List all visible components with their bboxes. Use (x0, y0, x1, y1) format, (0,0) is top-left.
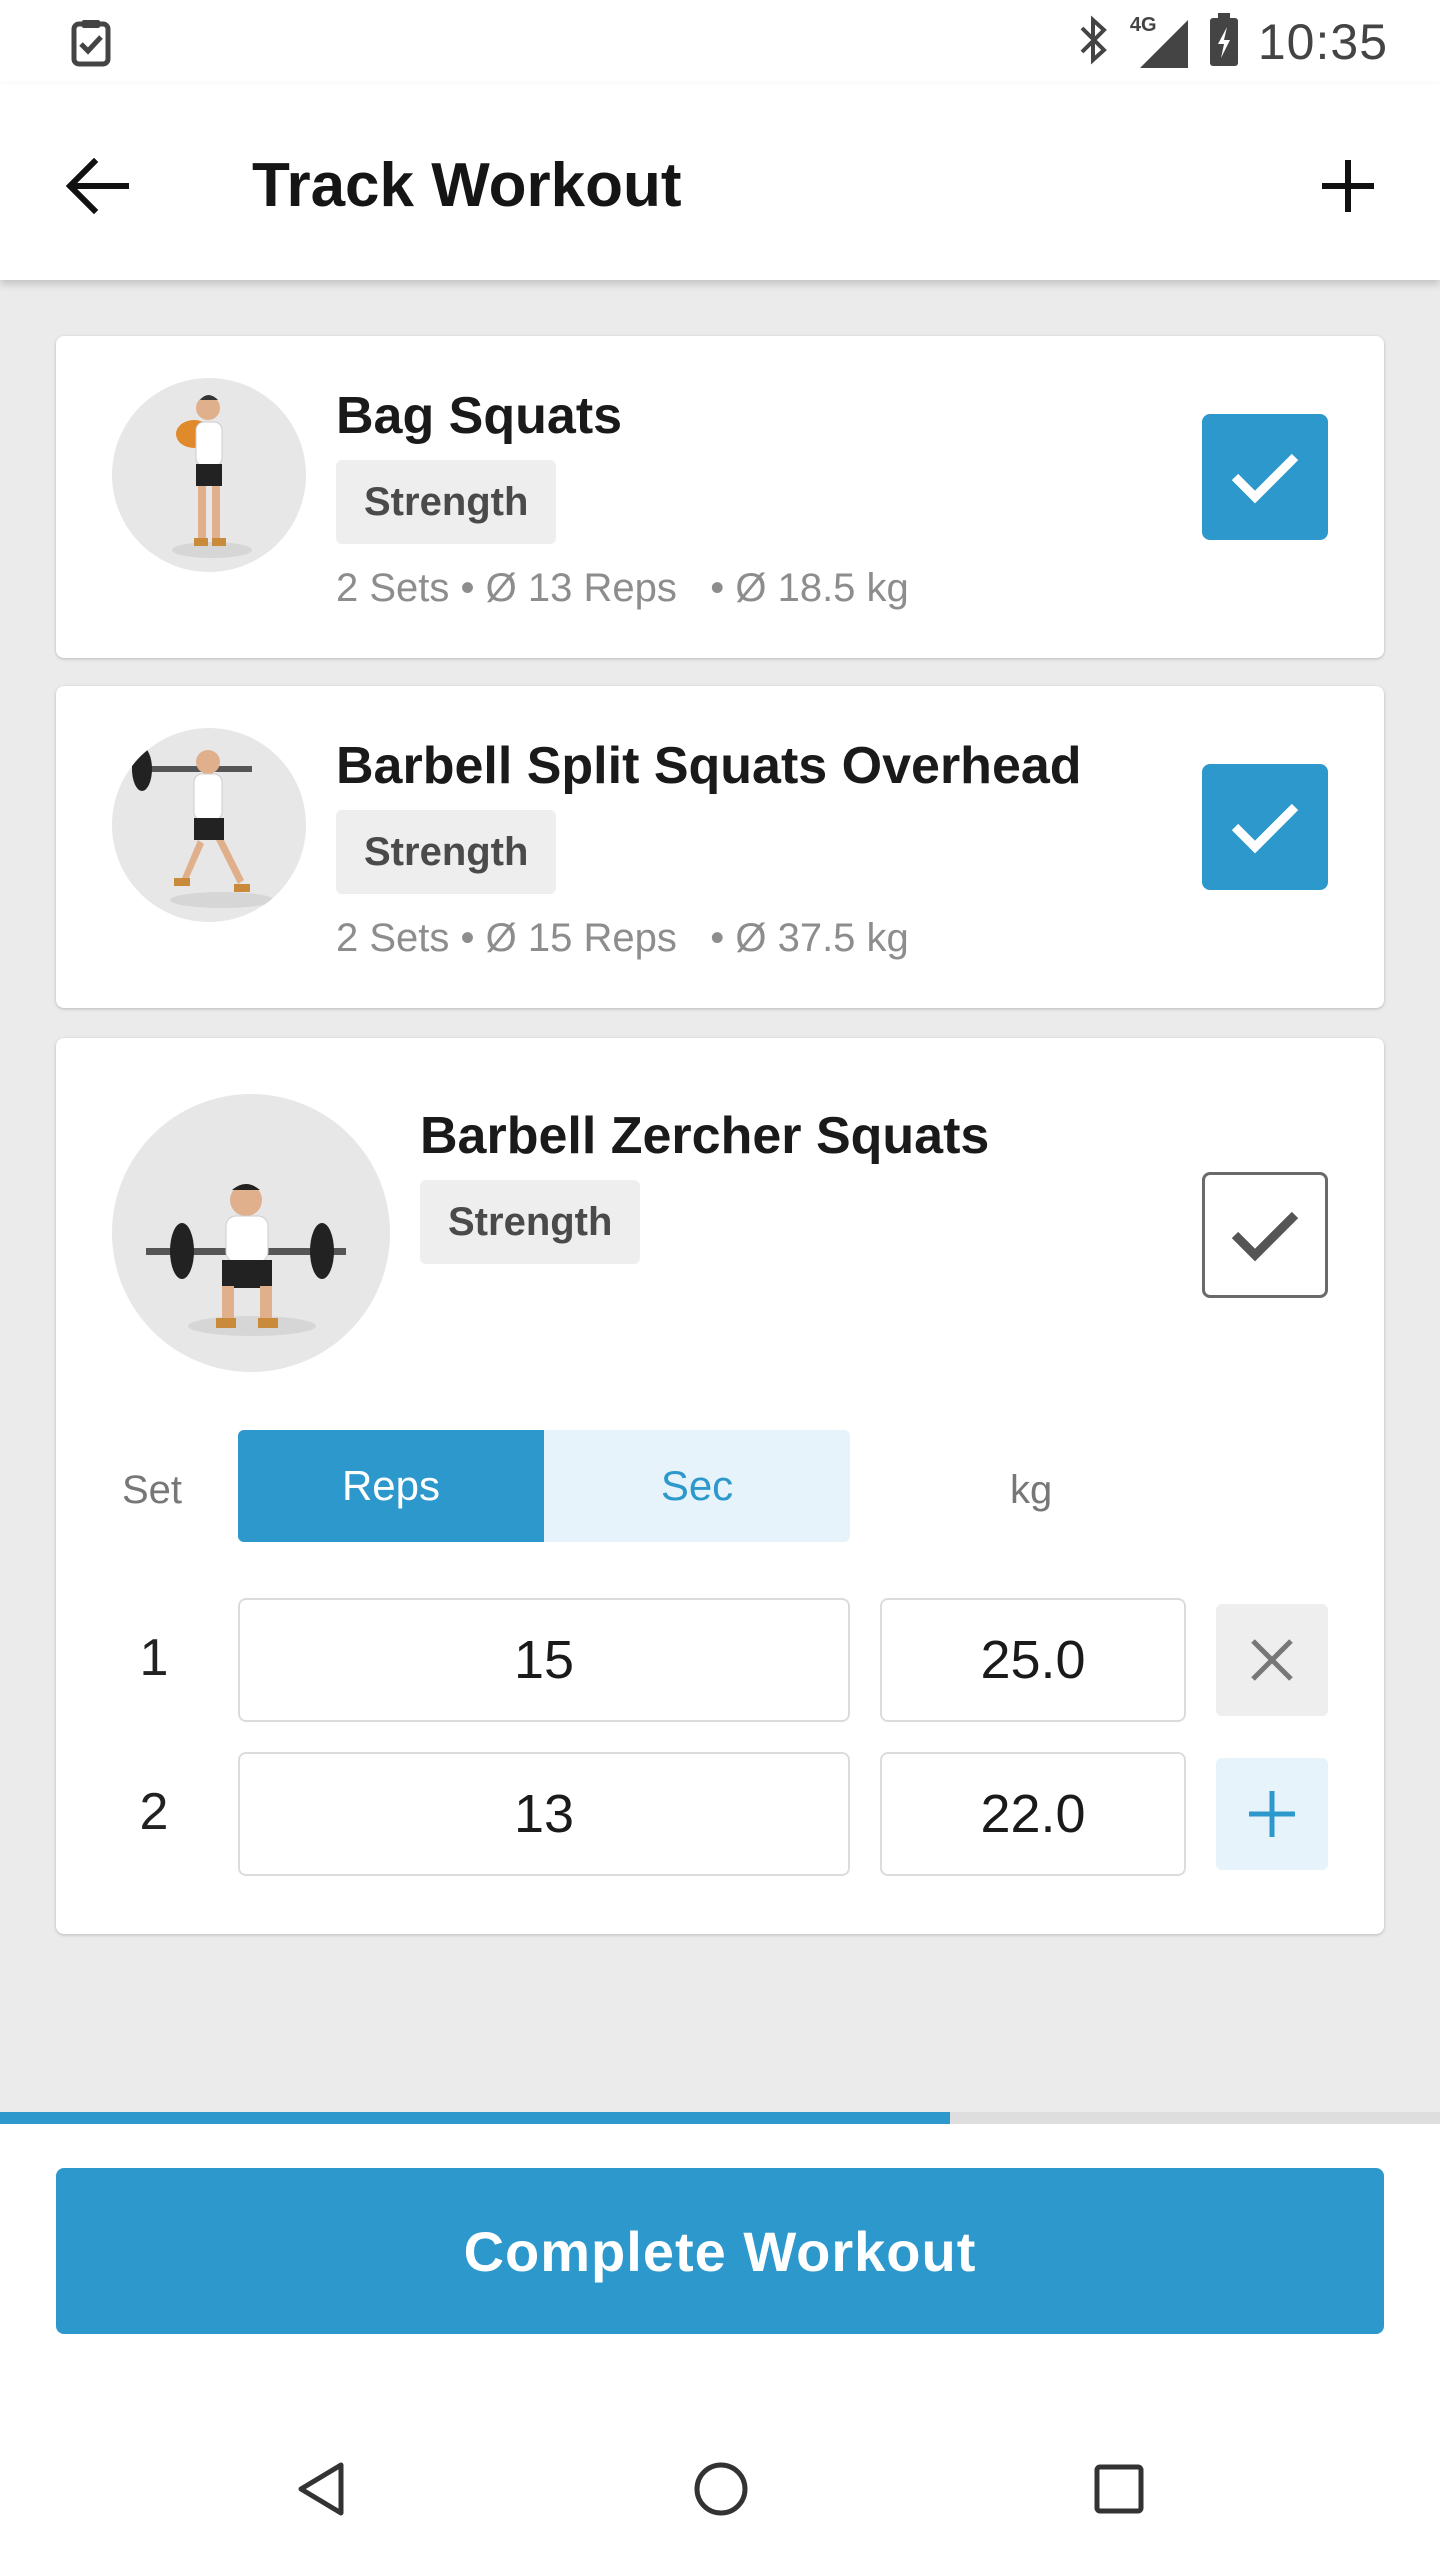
plus-icon (1249, 1791, 1295, 1837)
avg-reps: Ø 15 Reps (485, 916, 677, 960)
close-icon (1251, 1639, 1293, 1681)
workout-progress-fill (0, 2112, 951, 2124)
checkmark-icon (1231, 1211, 1299, 1262)
nav-home-icon (694, 2462, 748, 2516)
bottom-area: Complete Workout (0, 2124, 1440, 2560)
exercise-image (112, 378, 306, 572)
exercise-name: Barbell Split Squats Overhead (336, 737, 1082, 795)
battery-icon (1208, 12, 1240, 72)
exercise-name: Barbell Zercher Squats (420, 1107, 990, 1165)
remove-set-button[interactable] (1216, 1604, 1328, 1716)
nav-back-icon (298, 2462, 344, 2516)
app-bar: Track Workout (0, 84, 1440, 280)
weight-input[interactable]: 25.0 (880, 1598, 1186, 1722)
exercise-image (112, 728, 306, 922)
mode-reps-toggle[interactable]: Reps (238, 1430, 544, 1542)
network-type: 4G (1129, 14, 1157, 36)
complete-workout-button[interactable]: Complete Workout (56, 2168, 1384, 2334)
set-number: 1 (139, 1629, 169, 1687)
nav-recents-icon (1094, 2464, 1144, 2514)
exercise-summary: 2 Sets • Ø 13 Reps • Ø 18.5 kg (336, 566, 909, 610)
sets-count: 2 Sets (336, 566, 450, 610)
category-tag: Strength (336, 810, 557, 894)
exercise-name: Bag Squats (336, 387, 623, 445)
complete-checkbox[interactable] (1202, 764, 1328, 890)
nav-home-button[interactable] (676, 2444, 766, 2534)
signal-icon: 4G (1128, 14, 1190, 70)
back-button[interactable] (58, 146, 138, 226)
exercise-card[interactable]: Bag Squats Strength 2 Sets • Ø 13 Reps •… (56, 336, 1384, 658)
add-exercise-button[interactable] (1308, 146, 1388, 226)
mode-sec-toggle[interactable]: Sec (544, 1430, 850, 1542)
reps-input[interactable]: 13 (238, 1752, 850, 1876)
system-nav-bar (0, 2414, 1440, 2560)
avg-reps: Ø 13 Reps (485, 566, 677, 610)
weight-column-label: kg (1010, 1468, 1053, 1512)
exercise-image (112, 1094, 390, 1372)
add-set-button[interactable] (1216, 1758, 1328, 1870)
set-number: 2 (139, 1783, 169, 1841)
exercise-card[interactable]: Barbell Split Squats Overhead Strength 2… (56, 686, 1384, 1008)
sets-count: 2 Sets (336, 916, 450, 960)
plus-icon (1322, 160, 1374, 212)
nav-back-button[interactable] (276, 2444, 366, 2534)
checkmark-icon (1231, 803, 1299, 854)
reps-input[interactable]: 15 (238, 1598, 850, 1722)
set-column-label: Set (122, 1468, 183, 1512)
bluetooth-icon (1076, 14, 1110, 71)
status-bar: 4G 10:35 (0, 0, 1440, 84)
avg-weight: Ø 18.5 kg (735, 566, 909, 610)
exercise-card-expanded[interactable]: Barbell Zercher Squats Strength Set Reps… (56, 1038, 1384, 1934)
avg-weight: Ø 37.5 kg (735, 916, 909, 960)
checkmark-icon (1231, 453, 1299, 504)
exercise-summary: 2 Sets • Ø 15 Reps • Ø 37.5 kg (336, 916, 909, 960)
workout-progress-bar (0, 2112, 1440, 2124)
nav-recents-button[interactable] (1074, 2444, 1164, 2534)
complete-checkbox[interactable] (1202, 414, 1328, 540)
complete-checkbox[interactable] (1202, 1172, 1328, 1298)
category-tag: Strength (336, 460, 557, 544)
back-arrow-icon (66, 158, 129, 214)
category-tag: Strength (420, 1180, 641, 1264)
status-icons: 4G 10:35 (1076, 10, 1388, 74)
page-title: Track Workout (252, 151, 682, 220)
checklist-icon (70, 18, 114, 68)
weight-input[interactable]: 22.0 (880, 1752, 1186, 1876)
status-time: 10:35 (1257, 14, 1388, 70)
